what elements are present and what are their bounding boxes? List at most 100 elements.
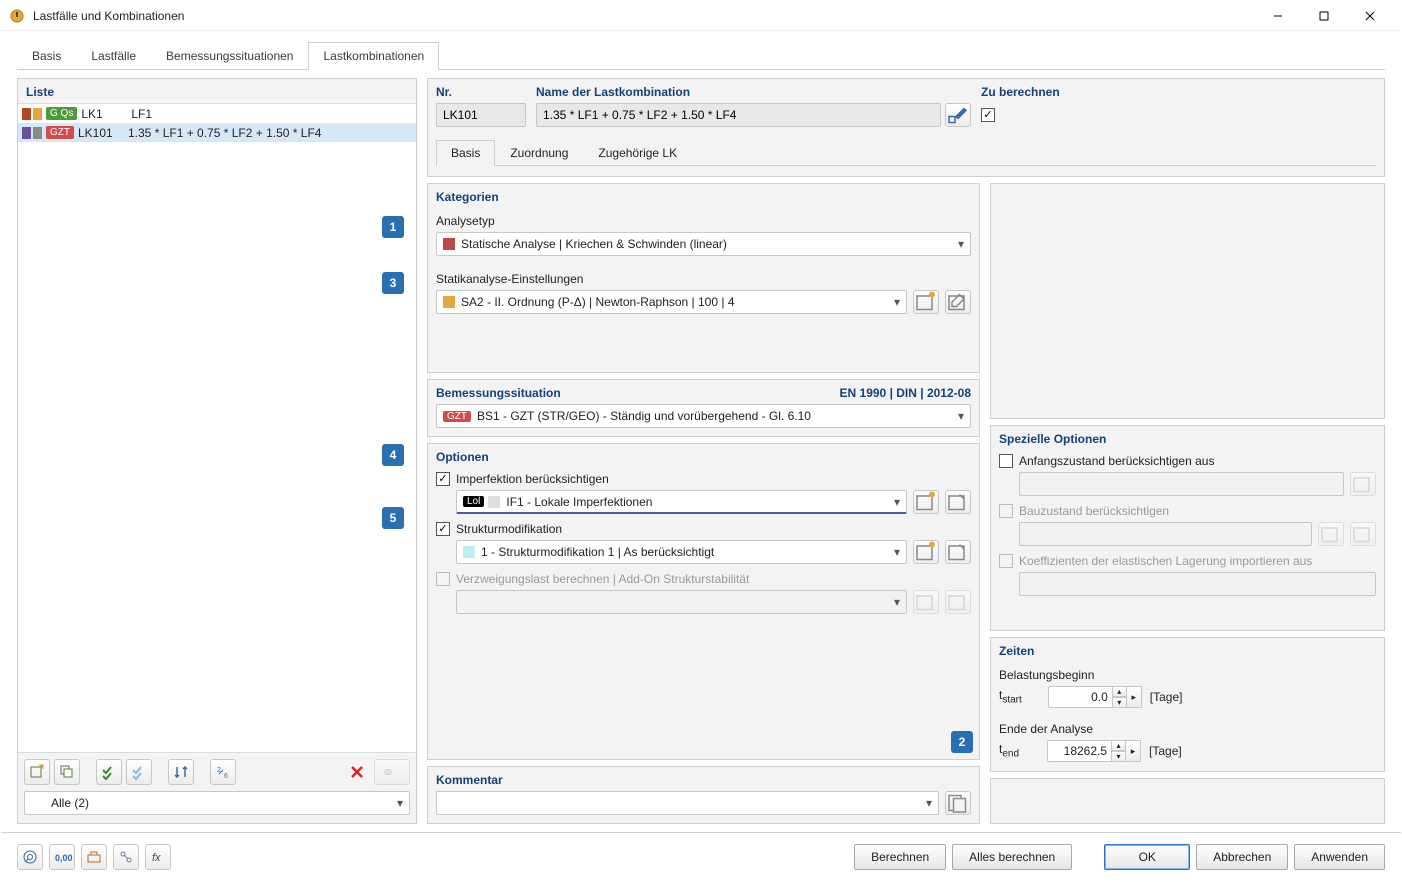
- tab-basis[interactable]: Basis: [17, 42, 76, 70]
- right-blank-group: [990, 183, 1385, 419]
- new-imperfection-icon[interactable]: [913, 490, 939, 514]
- renumber-icon[interactable]: 26: [210, 759, 236, 785]
- new-structure-mod-icon[interactable]: [913, 540, 939, 564]
- buckling-select: ▾: [456, 590, 907, 614]
- help-icon[interactable]: [17, 844, 43, 870]
- maximize-button[interactable]: [1301, 1, 1347, 31]
- comment-title: Kommentar: [436, 773, 971, 787]
- minimize-button[interactable]: [1255, 1, 1301, 31]
- close-button[interactable]: [1347, 1, 1393, 31]
- imperfection-select[interactable]: Lol IF1 - Lokale Imperfektionen ▾: [456, 490, 907, 514]
- initial-state-edit-icon: [1350, 472, 1376, 496]
- toggle-view-icon[interactable]: [374, 759, 410, 785]
- combination-header: Nr. LK101 Name der Lastkombination 1.35 …: [427, 78, 1385, 177]
- calc-checkbox[interactable]: [981, 108, 995, 122]
- special-options-title: Spezielle Optionen: [999, 432, 1376, 446]
- filter-select-label: Alle (2): [51, 796, 89, 810]
- construction-state-select: [1019, 522, 1312, 546]
- edit-imperfection-icon[interactable]: [945, 490, 971, 514]
- window-title: Lastfälle und Kombinationen: [33, 9, 1255, 23]
- inner-content: Kategorien Analysetyp Statische Analyse …: [427, 183, 1385, 824]
- list-title: Liste: [18, 79, 416, 103]
- script-icon[interactable]: fx: [145, 844, 171, 870]
- edit-name-icon[interactable]: [945, 103, 971, 127]
- chevron-down-icon: ▾: [958, 237, 964, 251]
- cancel-button[interactable]: Abbrechen: [1196, 844, 1288, 870]
- static-settings-select[interactable]: SA2 - II. Ordnung (P-Δ) | Newton-Raphson…: [436, 290, 907, 314]
- structure-mod-select[interactable]: 1 - Strukturmodifikation 1 | As berücksi…: [456, 540, 907, 564]
- calculate-all-button[interactable]: Alles berechnen: [952, 844, 1072, 870]
- edit-settings-icon[interactable]: [945, 290, 971, 314]
- calculate-button[interactable]: Berechnen: [854, 844, 946, 870]
- settings-icon[interactable]: [113, 844, 139, 870]
- edit-structure-mod-icon[interactable]: [945, 540, 971, 564]
- svg-text:6: 6: [224, 773, 228, 780]
- categories-title: Kategorien: [436, 190, 971, 204]
- construction-edit-icon: [1350, 522, 1376, 546]
- check-all-icon[interactable]: [96, 759, 122, 785]
- inner-tab-zugehoerige[interactable]: Zugehörige LK: [583, 140, 692, 166]
- list-item[interactable]: G QsLK1LF1: [18, 104, 416, 123]
- nr-field[interactable]: LK101: [436, 103, 526, 127]
- initial-state-checkbox[interactable]: [999, 454, 1013, 468]
- sort-icon[interactable]: [168, 759, 194, 785]
- analysis-type-select[interactable]: Statische Analyse | Kriechen & Schwinden…: [436, 232, 971, 256]
- inner-tabs: Basis Zuordnung Zugehörige LK: [436, 139, 1376, 166]
- spinner-up-icon[interactable]: ▴: [1112, 686, 1127, 697]
- apply-button[interactable]: Anwenden: [1294, 844, 1385, 870]
- combination-list[interactable]: G QsLK1LF1GZTLK1011.35 * LF1 + 0.75 * LF…: [18, 103, 416, 753]
- main-tabs: Basis Lastfälle Bemessungssituationen La…: [17, 41, 1385, 70]
- structure-mod-checkbox[interactable]: [436, 522, 450, 536]
- chevron-down-icon: ▾: [894, 595, 900, 609]
- inner-left-column: Kategorien Analysetyp Statische Analyse …: [427, 183, 980, 824]
- item-id: LK1: [81, 107, 127, 121]
- tab-lastfaelle[interactable]: Lastfälle: [76, 42, 151, 70]
- comment-library-icon[interactable]: [945, 791, 971, 815]
- list-toolbar: 26: [18, 753, 416, 791]
- delete-icon[interactable]: [344, 759, 370, 785]
- list-item[interactable]: GZTLK1011.35 * LF1 + 0.75 * LF2 + 1.50 *…: [18, 123, 416, 142]
- initial-state-select: [1019, 472, 1344, 496]
- imperfection-value: IF1 - Lokale Imperfektionen: [506, 495, 652, 509]
- tend-value: 18262.5: [1047, 740, 1111, 762]
- annotation-marker-4: 4: [382, 444, 404, 466]
- imperfection-label: Imperfektion berücksichtigen: [456, 472, 609, 486]
- coeff-checkbox: [999, 554, 1013, 568]
- design-situation-select[interactable]: GZT BS1 - GZT (STR/GEO) - Ständig und vo…: [436, 404, 971, 428]
- spinner-down-icon[interactable]: ▾: [1111, 751, 1126, 762]
- annotation-marker-1: 1: [382, 216, 404, 238]
- inner-tab-zuordnung[interactable]: Zuordnung: [495, 140, 583, 166]
- name-field[interactable]: 1.35 * LF1 + 0.75 * LF2 + 1.50 * LF4: [536, 103, 941, 127]
- tstart-symbol: tstart: [999, 688, 1022, 705]
- comment-group: Kommentar ▾: [427, 766, 980, 824]
- tstart-spinner[interactable]: 0.0 ▴▾ ▸: [1048, 686, 1142, 708]
- new-buckling-icon: [913, 590, 939, 614]
- main-tabs-wrap: Basis Lastfälle Bemessungssituationen La…: [1, 31, 1401, 70]
- units-icon[interactable]: 0,00: [49, 844, 75, 870]
- inner-right-column: Spezielle Optionen Anfangszustand berück…: [990, 183, 1385, 824]
- imperfection-checkbox[interactable]: [436, 472, 450, 486]
- spinner-go-icon[interactable]: ▸: [1126, 740, 1141, 762]
- static-settings-value: SA2 - II. Ordnung (P-Δ) | Newton-Raphson…: [461, 295, 735, 309]
- chevron-down-icon: ▾: [926, 796, 932, 810]
- copy-item-icon[interactable]: [54, 759, 80, 785]
- spinner-up-icon[interactable]: ▴: [1111, 740, 1126, 751]
- structure-mod-color: [463, 546, 475, 558]
- model-icon[interactable]: [81, 844, 107, 870]
- comment-field[interactable]: ▾: [436, 791, 939, 815]
- list-filter: Alle (2) ▾: [18, 791, 416, 823]
- new-item-icon[interactable]: [24, 759, 50, 785]
- tab-bemessungssituationen[interactable]: Bemessungssituationen: [151, 42, 308, 70]
- spinner-go-icon[interactable]: ▸: [1127, 686, 1142, 708]
- tend-spinner[interactable]: 18262.5 ▴▾ ▸: [1047, 740, 1141, 762]
- filter-select[interactable]: Alle (2) ▾: [24, 791, 410, 815]
- tab-lastkombinationen[interactable]: Lastkombinationen: [308, 42, 439, 70]
- analysis-type-value: Statische Analyse | Kriechen & Schwinden…: [461, 237, 727, 251]
- ok-button[interactable]: OK: [1104, 844, 1190, 870]
- chevron-down-icon: ▾: [894, 295, 900, 309]
- uncheck-all-icon[interactable]: [126, 759, 152, 785]
- inner-tab-basis[interactable]: Basis: [436, 140, 495, 166]
- structure-mod-value: 1 - Strukturmodifikation 1 | As berücksi…: [481, 545, 714, 559]
- new-settings-icon[interactable]: [913, 290, 939, 314]
- spinner-down-icon[interactable]: ▾: [1112, 697, 1127, 708]
